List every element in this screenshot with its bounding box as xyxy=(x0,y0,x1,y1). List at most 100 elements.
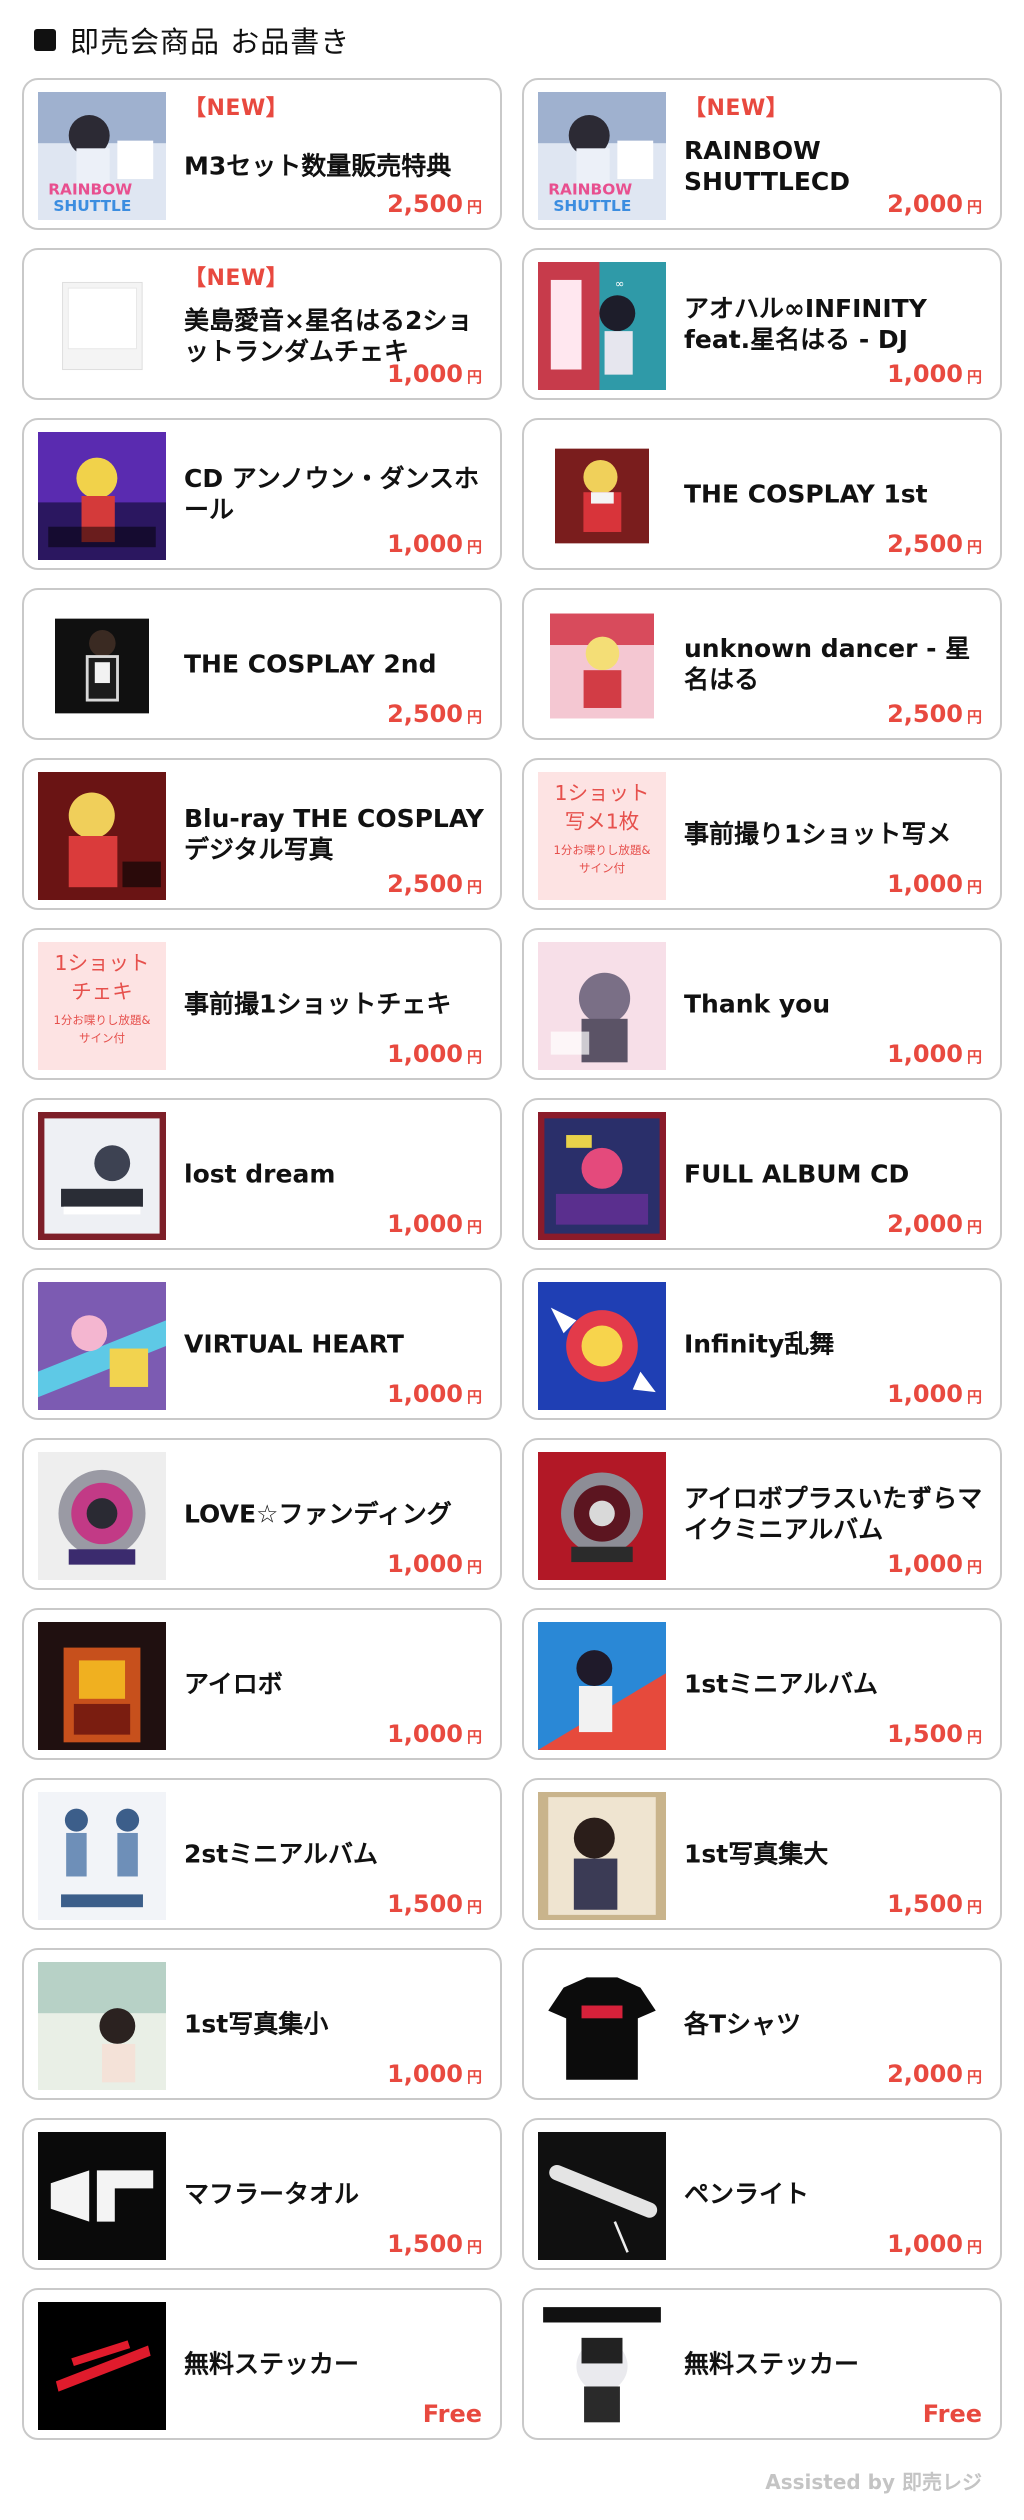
product-info: 各Tシャツ 2,000 円 xyxy=(684,1950,988,2098)
product-card[interactable]: 各Tシャツ 2,000 円 xyxy=(522,1948,1002,2100)
product-card[interactable]: Thank you 1,000 円 xyxy=(522,928,1002,1080)
product-title: 事前撮1ショットチェキ xyxy=(184,989,452,1019)
product-price: 1,000 円 xyxy=(887,1550,982,1578)
product-card[interactable]: ペンライト 1,000 円 xyxy=(522,2118,1002,2270)
product-grid: RAINBOW SHUTTLE 【NEW】 M3セット数量販売特典 2,500 円 RAIN… xyxy=(22,78,1002,2440)
airobo-plus-art xyxy=(538,1452,666,1580)
price-unit: 円 xyxy=(466,1218,482,1236)
product-price: 1,000 円 xyxy=(387,1380,482,1408)
product-info: FULL ALBUM CD 2,000 円 xyxy=(684,1100,988,1248)
product-card[interactable]: unknown dancer - 星名はる 2,500 円 xyxy=(522,588,1002,740)
product-card[interactable]: マフラータオル 1,500 円 xyxy=(22,2118,502,2270)
product-price: 1,500 円 xyxy=(887,1720,982,1748)
product-price: Free xyxy=(423,2400,482,2428)
product-card[interactable]: THE COSPLAY 1st 2,500 円 xyxy=(522,418,1002,570)
product-price: 1,000 円 xyxy=(387,1550,482,1578)
product-price: 1,000 円 xyxy=(387,2060,482,2088)
product-title: FULL ALBUM CD xyxy=(684,1159,910,1189)
price-unit: 円 xyxy=(466,708,482,726)
product-card[interactable]: 無料ステッカー Free xyxy=(22,2288,502,2440)
svg-text:∞: ∞ xyxy=(615,277,625,291)
product-card[interactable]: Infinity乱舞 1,000 円 xyxy=(522,1268,1002,1420)
product-info: VIRTUAL HEART 1,000 円 xyxy=(184,1270,488,1418)
product-card[interactable]: FULL ALBUM CD 2,000 円 xyxy=(522,1098,1002,1250)
price-unit: 円 xyxy=(966,1218,982,1236)
product-card[interactable]: LOVE☆ファンディング 1,000 円 xyxy=(22,1438,502,1590)
product-info: アイロボプラスいたずらマイクミニアルバム 1,000 円 xyxy=(684,1440,988,1588)
price-unit: 円 xyxy=(966,368,982,386)
product-info: マフラータオル 1,500 円 xyxy=(184,2120,488,2268)
blank-cheki-art xyxy=(38,262,166,390)
product-card[interactable]: アイロボ 1,000 円 xyxy=(22,1608,502,1760)
product-card[interactable]: 無料ステッカー Free xyxy=(522,2288,1002,2440)
new-badge: 【NEW】 xyxy=(184,96,289,121)
product-info: 【NEW】 M3セット数量販売特典 2,500 円 xyxy=(184,80,488,228)
product-card[interactable]: RAINBOW SHUTTLE 【NEW】 RAINBOW SHUTTLECD 2,00… xyxy=(522,78,1002,230)
product-card[interactable]: CD アンノウン・ダンスホール 1,000 円 xyxy=(22,418,502,570)
price-amount: 2,000 xyxy=(887,1210,963,1238)
price-amount: 2,500 xyxy=(887,700,963,728)
price-unit: 円 xyxy=(966,1048,982,1066)
product-card[interactable]: THE COSPLAY 2nd 2,500 円 xyxy=(22,588,502,740)
product-card[interactable]: 2stミニアルバム 1,500 円 xyxy=(22,1778,502,1930)
tshirt-art xyxy=(538,1962,666,2090)
price-unit: 円 xyxy=(966,1388,982,1406)
thumb-card-text: チェキ xyxy=(71,979,132,1003)
full-album-art xyxy=(538,1112,666,1240)
mini-album-1st-art xyxy=(538,1622,666,1750)
product-card[interactable]: 1stミニアルバム 1,500 円 xyxy=(522,1608,1002,1760)
product-info: アイロボ 1,000 円 xyxy=(184,1610,488,1758)
product-card[interactable]: 1st写真集大 1,500 円 xyxy=(522,1778,1002,1930)
product-price: 1,000 円 xyxy=(887,2230,982,2258)
cheki-card-art: 1ショット チェキ 1分お喋りし放題& サイン付 xyxy=(38,942,166,1070)
shame-card-art: 1ショット 写メ1枚 1分お喋りし放題& サイン付 xyxy=(538,772,666,900)
product-info: 1st写真集大 1,500 円 xyxy=(684,1780,988,1928)
product-card[interactable]: Blu-ray THE COSPLAY デジタル写真 2,500 円 xyxy=(22,758,502,910)
rainbow-cd-art: RAINBOW SHUTTLE xyxy=(538,92,666,220)
product-info: Blu-ray THE COSPLAY デジタル写真 2,500 円 xyxy=(184,760,488,908)
price-unit: 円 xyxy=(466,878,482,896)
price-amount: 1,000 xyxy=(887,1550,963,1578)
price-unit: 円 xyxy=(966,1558,982,1576)
product-title: ペンライト xyxy=(684,2179,810,2209)
product-card[interactable]: 1st写真集小 1,000 円 xyxy=(22,1948,502,2100)
price-unit: 円 xyxy=(466,1728,482,1746)
penlight-art xyxy=(538,2132,666,2260)
price-unit: 円 xyxy=(466,368,482,386)
new-badge: 【NEW】 xyxy=(184,266,289,291)
product-info: 1stミニアルバム 1,500 円 xyxy=(684,1610,988,1758)
price-unit: 円 xyxy=(966,2238,982,2256)
bluray-art xyxy=(38,772,166,900)
product-title: アイロボ xyxy=(184,1669,283,1699)
product-price: 1,500 円 xyxy=(387,2230,482,2258)
svg-text:SHUTTLE: SHUTTLE xyxy=(53,197,131,215)
product-card[interactable]: RAINBOW SHUTTLE 【NEW】 M3セット数量販売特典 2,500 円 xyxy=(22,78,502,230)
price-amount: 1,500 xyxy=(387,2230,463,2258)
svg-text:RAINBOW: RAINBOW xyxy=(48,180,132,198)
product-card[interactable]: ∞ アオハル∞INFINITY feat.星名はる - DJ 1,000 円 xyxy=(522,248,1002,400)
product-card[interactable]: アイロボプラスいたずらマイクミニアルバム 1,000 円 xyxy=(522,1438,1002,1590)
product-price: 2,500 円 xyxy=(387,700,482,728)
product-card[interactable]: 【NEW】 美島愛音×星名はる2ショットランダムチェキ 1,000 円 xyxy=(22,248,502,400)
product-info: THE COSPLAY 1st 2,500 円 xyxy=(684,420,988,568)
thankyou-art xyxy=(538,942,666,1070)
price-amount: 1,000 xyxy=(387,1550,463,1578)
price-unit: 円 xyxy=(966,1898,982,1916)
product-card[interactable]: 1ショット チェキ 1分お喋りし放題& サイン付 事前撮1ショットチェキ 1,000 円 xyxy=(22,928,502,1080)
product-card[interactable]: VIRTUAL HEART 1,000 円 xyxy=(22,1268,502,1420)
price-unit: 円 xyxy=(966,538,982,556)
product-card[interactable]: lost dream 1,000 円 xyxy=(22,1098,502,1250)
product-price: 2,000 円 xyxy=(887,2060,982,2088)
product-price: 1,000 円 xyxy=(387,530,482,558)
product-title: 1st写真集大 xyxy=(684,1839,829,1869)
product-info: アオハル∞INFINITY feat.星名はる - DJ 1,000 円 xyxy=(684,250,988,398)
product-info: Infinity乱舞 1,000 円 xyxy=(684,1270,988,1418)
price-unit: 円 xyxy=(966,2068,982,2086)
product-info: lost dream 1,000 円 xyxy=(184,1100,488,1248)
unknown-dancer-art xyxy=(538,602,666,730)
price-amount: 1,000 xyxy=(887,870,963,898)
towel-art xyxy=(38,2132,166,2260)
product-card[interactable]: 1ショット 写メ1枚 1分お喋りし放題& サイン付 事前撮り1ショット写メ 1,000 円 xyxy=(522,758,1002,910)
price-amount: 1,000 xyxy=(387,1380,463,1408)
product-price: 1,500 円 xyxy=(887,1890,982,1918)
